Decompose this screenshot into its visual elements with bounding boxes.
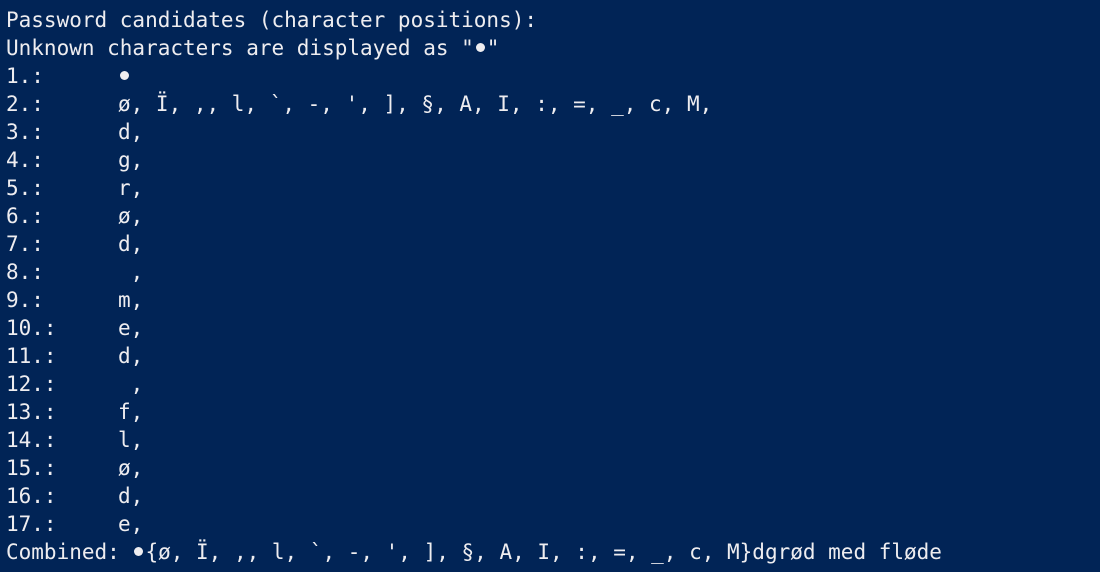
position-row: 8.: , — [6, 258, 143, 286]
position-row: 9.: m, — [6, 286, 143, 314]
subheader-suffix: " — [486, 36, 500, 60]
position-row: 4.: g, — [6, 146, 143, 174]
position-row: 3.: d, — [6, 118, 143, 146]
position-value: d, — [118, 232, 144, 256]
position-row: 5.: r, — [6, 174, 143, 202]
position-index: 5.: — [6, 176, 44, 200]
position-value: e, — [118, 512, 144, 536]
position-index: 2.: — [6, 92, 44, 116]
position-row: 1.: — [6, 62, 131, 90]
header-line: Password candidates (character positions… — [6, 8, 538, 32]
position-row: 14.: l, — [6, 426, 143, 454]
unknown-char-dot-icon — [475, 42, 485, 52]
position-value: d, — [118, 344, 144, 368]
position-index: 9.: — [6, 288, 44, 312]
position-index: 15.: — [6, 456, 57, 480]
position-value: d, — [118, 484, 144, 508]
position-row: 17.: e, — [6, 510, 143, 538]
position-index: 8.: — [6, 260, 44, 284]
position-index: 10.: — [6, 316, 57, 340]
position-value — [118, 62, 131, 90]
position-index: 1.: — [6, 64, 44, 88]
position-value: , — [118, 260, 144, 284]
position-index: 14.: — [6, 428, 57, 452]
position-value: l, — [118, 428, 144, 452]
position-row: 2.: ø, Ï, ,, l, `, -, ', ], §, A, I, :, =… — [6, 90, 712, 118]
unknown-char-dot-icon — [120, 70, 129, 80]
position-value: , — [118, 372, 144, 396]
position-row: 12.: , — [6, 370, 143, 398]
console-window[interactable]: Password candidates (character positions… — [0, 0, 1100, 572]
position-index: 4.: — [6, 148, 44, 172]
position-value: d, — [118, 120, 144, 144]
position-value: ø, Ï, ,, l, `, -, ', ], §, A, I, :, =, _… — [118, 92, 713, 116]
position-index: 3.: — [6, 120, 44, 144]
position-index: 7.: — [6, 232, 44, 256]
position-row: 13.: f, — [6, 398, 143, 426]
position-value: ø, — [118, 204, 144, 228]
position-value: f, — [118, 400, 144, 424]
position-index: 17.: — [6, 512, 57, 536]
combined-value: {ø, Ï, ,, l, `, -, ', ], §, A, I, :, =, … — [145, 540, 942, 564]
position-value: m, — [118, 288, 144, 312]
position-row: 11.: d, — [6, 342, 143, 370]
position-index: 12.: — [6, 372, 57, 396]
subheader-line: Unknown characters are displayed as " " — [6, 34, 499, 62]
position-row: 10.: e, — [6, 314, 143, 342]
position-index: 13.: — [6, 400, 57, 424]
position-row: 7.: d, — [6, 230, 143, 258]
position-row: 15.: ø, — [6, 454, 143, 482]
position-row: 6.: ø, — [6, 202, 143, 230]
position-value: r, — [118, 176, 144, 200]
subheader-prefix: Unknown characters are displayed as " — [6, 36, 474, 60]
position-value: g, — [118, 148, 144, 172]
combined-line: Combined: {ø, Ï, ,, l, `, -, ', ], §, A,… — [6, 538, 942, 566]
position-value: e, — [118, 316, 144, 340]
position-value: ø, — [118, 456, 144, 480]
combined-unknown-dot-icon — [134, 546, 144, 556]
position-index: 6.: — [6, 204, 44, 228]
position-index: 11.: — [6, 344, 57, 368]
position-index: 16.: — [6, 484, 57, 508]
combined-label: Combined: — [6, 540, 133, 564]
position-row: 16.: d, — [6, 482, 143, 510]
